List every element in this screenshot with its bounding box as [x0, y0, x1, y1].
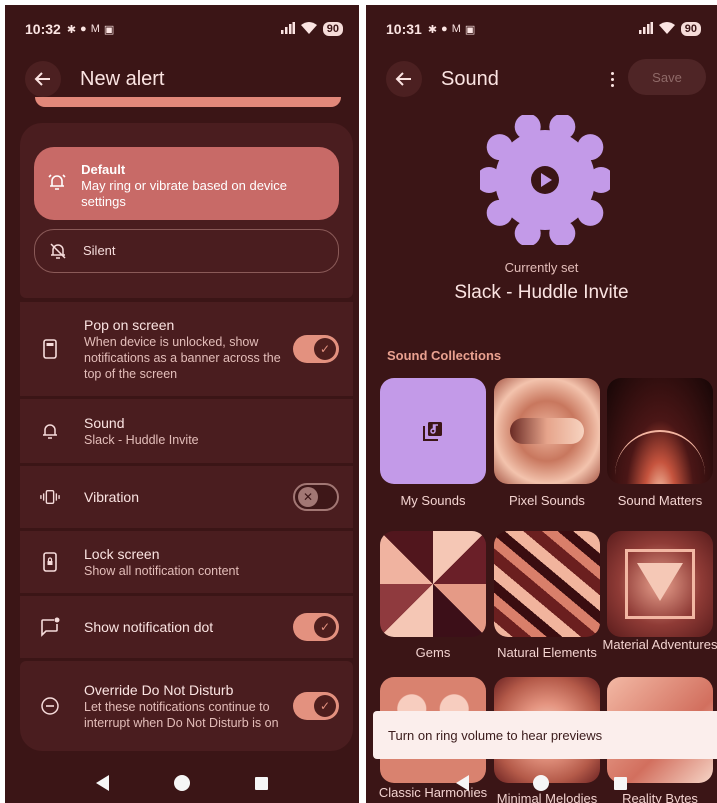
signal-icon [638, 21, 653, 37]
lock-screen-icon [43, 552, 57, 572]
silent-option[interactable]: Silent [34, 229, 339, 273]
collection-label: Pixel Sounds [509, 493, 585, 508]
back-arrow-icon [34, 72, 50, 86]
dnd-icon [41, 697, 59, 715]
default-option-subtitle: May ring or vibrate based on device sett… [81, 178, 288, 209]
pop-on-screen-toggle[interactable]: ✓ [293, 335, 339, 363]
override-dnd-subtitle: Let these notifications continue to inte… [84, 699, 279, 730]
chat-icon: ● [80, 23, 87, 35]
nav-back-button[interactable] [456, 775, 470, 791]
collection-material-adventures[interactable] [607, 531, 713, 637]
status-time: 10:31 [386, 21, 422, 37]
override-dnd-title: Override Do Not Disturb [84, 681, 234, 698]
wifi-icon [658, 21, 675, 37]
bell-icon [43, 424, 57, 439]
library-music-icon [423, 422, 442, 441]
page-title: Sound [441, 67, 499, 90]
vibration-title: Vibration [84, 488, 140, 505]
nav-recents-button[interactable] [613, 776, 627, 790]
lock-screen-subtitle: Show all notification content [84, 563, 239, 578]
collection-gems[interactable] [380, 531, 486, 637]
signal-icon [280, 21, 295, 37]
notification-dot-title: Show notification dot [84, 618, 214, 635]
collection-label: Material Adventures [602, 637, 717, 652]
pop-on-screen-subtitle: When device is unlocked, show notificati… [84, 334, 281, 381]
page-title: New alert [80, 67, 165, 90]
collection-label: Gems [415, 645, 451, 660]
nav-bar [366, 763, 717, 803]
pop-on-screen-row[interactable]: Pop on screen When device is unlocked, s… [20, 302, 353, 396]
currently-set-label: Currently set [504, 260, 579, 275]
nav-recents-button[interactable] [255, 776, 269, 790]
gmail-icon: M [90, 23, 100, 35]
vibration-row[interactable]: Vibration ✕ [20, 466, 353, 528]
triangle-art [637, 563, 683, 601]
pill-art [510, 418, 584, 444]
collection-natural-elements[interactable] [494, 531, 600, 637]
snackbar: Turn on ring volume to hear previews [373, 711, 717, 759]
collection-my-sounds[interactable] [380, 378, 486, 484]
app-bar: New alert [5, 57, 359, 101]
collection-label: Natural Elements [497, 645, 597, 660]
vibration-icon [40, 489, 60, 505]
new-alert-screen: 10:32 ✱ ● M ▣ 90 New alert Default May r… [5, 5, 359, 803]
collection-sound-matters[interactable] [607, 378, 713, 484]
notification-icons: ✱ ● M ▣ [428, 23, 475, 36]
notification-icons: ✱ ● M ▣ [67, 23, 114, 36]
check-icon: ✓ [314, 338, 336, 360]
slack-icon: ✱ [427, 23, 438, 36]
notification-dot-icon [41, 617, 60, 637]
nav-home-button[interactable] [173, 775, 190, 791]
vibration-toggle[interactable]: ✕ [293, 483, 339, 511]
battery-indicator: 90 [680, 22, 701, 36]
collection-label: Sound Matters [617, 493, 703, 508]
current-sound-name: Slack - Huddle Invite [454, 282, 629, 303]
back-button[interactable] [386, 61, 422, 97]
lock-screen-title: Lock screen [84, 545, 160, 562]
sound-title: Sound [84, 414, 125, 431]
nav-home-button[interactable] [533, 775, 550, 791]
silent-option-title: Silent [83, 243, 116, 258]
status-bar: 10:32 ✱ ● M ▣ 90 [5, 5, 359, 53]
battery-indicator: 90 [322, 22, 343, 36]
sound-row[interactable]: Sound Slack - Huddle Invite [20, 399, 353, 463]
youtube-icon: ▣ [103, 23, 115, 36]
status-bar: 10:31 ✱ ● M ▣ 90 [366, 5, 717, 53]
youtube-icon: ▣ [464, 23, 476, 36]
back-button[interactable] [25, 61, 61, 97]
gmail-icon: M [451, 23, 461, 35]
slack-icon: ✱ [66, 23, 77, 36]
phone-icon [43, 339, 57, 359]
wifi-icon [300, 21, 317, 37]
bell-ring-icon [47, 174, 66, 190]
close-icon: ✕ [298, 487, 318, 507]
importance-card: Default May ring or vibrate based on dev… [20, 123, 353, 298]
current-sound-preview[interactable] [480, 115, 610, 245]
override-dnd-row[interactable]: Override Do Not Disturb Let these notifi… [20, 661, 353, 751]
bell-off-icon [50, 243, 66, 259]
default-option[interactable]: Default May ring or vibrate based on dev… [34, 147, 339, 220]
status-time: 10:32 [25, 21, 61, 37]
nav-bar [5, 763, 359, 803]
lock-screen-row[interactable]: Lock screen Show all notification conten… [20, 531, 353, 593]
sound-screen: 10:31 ✱ ● M ▣ 90 Sound Save Currently se… [366, 5, 717, 803]
override-dnd-toggle[interactable]: ✓ [293, 692, 339, 720]
save-button[interactable]: Save [628, 59, 706, 95]
sound-subtitle: Slack - Huddle Invite [84, 432, 199, 447]
pop-on-screen-title: Pop on screen [84, 316, 175, 333]
back-arrow-icon [395, 72, 411, 86]
nav-back-button[interactable] [95, 775, 109, 791]
chat-icon: ● [441, 23, 448, 35]
notification-dot-toggle[interactable]: ✓ [293, 613, 339, 641]
scrolled-item-edge [35, 97, 341, 107]
collection-label: My Sounds [400, 493, 466, 508]
more-vert-icon[interactable] [602, 65, 622, 93]
horizon-art [615, 430, 705, 484]
collections-heading: Sound Collections [387, 348, 502, 363]
notification-dot-row[interactable]: Show notification dot ✓ [20, 596, 353, 658]
collection-pixel-sounds[interactable] [494, 378, 600, 484]
check-icon: ✓ [314, 616, 336, 638]
default-option-title: Default [81, 162, 126, 177]
check-icon: ✓ [314, 695, 336, 717]
